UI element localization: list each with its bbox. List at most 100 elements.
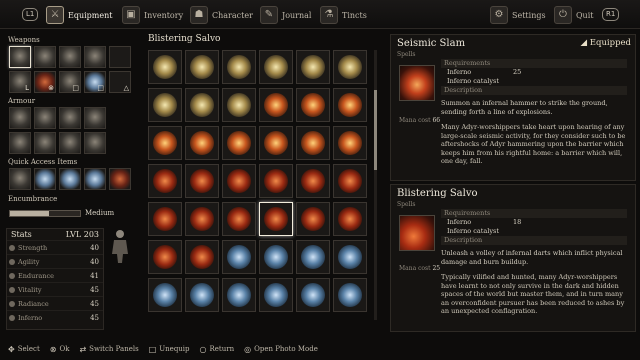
spell-icon — [153, 131, 177, 155]
spell-icon — [338, 207, 362, 231]
spell-slot[interactable] — [185, 50, 219, 84]
requirements-block: Requirements Inferno 18 Inferno catalyst … — [441, 209, 627, 245]
spell-slot[interactable] — [296, 50, 330, 84]
spell-icon — [227, 131, 251, 155]
spell-slot[interactable] — [333, 240, 367, 274]
tab-tincts[interactable]: ⚗ Tincts — [320, 6, 367, 24]
spell-slot[interactable] — [148, 164, 182, 198]
spell-list-scrollbar[interactable] — [374, 50, 377, 320]
spell-slot[interactable] — [333, 88, 367, 122]
tab-label: Character — [212, 10, 253, 20]
ring-slot[interactable] — [9, 132, 31, 154]
ring-slot[interactable] — [34, 132, 56, 154]
tab-journal[interactable]: ✎ Journal — [260, 6, 311, 24]
weapon-slot[interactable] — [84, 46, 106, 68]
spell-slot[interactable] — [333, 164, 367, 198]
tab-label: Journal — [282, 10, 312, 20]
spell-slot[interactable] — [148, 126, 182, 160]
armour-slot-head[interactable] — [9, 107, 31, 129]
tab-equipment[interactable]: ⚔ Equipment — [46, 6, 112, 24]
inventory-icon: ▣ — [122, 6, 140, 24]
spell-slot[interactable] — [185, 126, 219, 160]
encumbrance-label: Encumbrance — [8, 195, 58, 203]
spell-slot[interactable] — [222, 88, 256, 122]
spell-slot[interactable] — [259, 278, 293, 312]
description-header: Description — [441, 86, 627, 95]
spell-slot[interactable] — [259, 126, 293, 160]
encumbrance-fill — [10, 210, 49, 216]
spell-icon — [338, 169, 362, 193]
spell-slot[interactable] — [333, 126, 367, 160]
spell-slot[interactable] — [259, 50, 293, 84]
stat-row-strength: Strength 40 — [7, 240, 103, 254]
spell-slot[interactable] — [259, 88, 293, 122]
stat-row-endurance: Endurance 41 — [7, 268, 103, 282]
spell-slot[interactable] — [185, 202, 219, 236]
spell-slot[interactable] — [148, 240, 182, 274]
spell-slot[interactable] — [222, 126, 256, 160]
spell-slot[interactable]: □ — [84, 71, 106, 93]
spell-slot[interactable] — [222, 202, 256, 236]
weapon-slot[interactable] — [34, 46, 56, 68]
spell-slot[interactable] — [296, 202, 330, 236]
armour-slot-chest[interactable] — [34, 107, 56, 129]
quick-item-slot[interactable] — [9, 168, 31, 190]
spell-slot[interactable] — [148, 50, 182, 84]
requirement-value: 18 — [513, 218, 522, 226]
spell-slot[interactable] — [185, 240, 219, 274]
spell-slot[interactable] — [296, 278, 330, 312]
catalyst-slot[interactable]: ⊗ — [34, 71, 56, 93]
quick-item-slot[interactable] — [59, 168, 81, 190]
strength-icon — [9, 244, 15, 251]
quick-item-slot[interactable] — [34, 168, 56, 190]
ring-slot[interactable] — [59, 132, 81, 154]
level-value: LVL 203 — [65, 230, 99, 239]
spell-icon — [338, 131, 362, 155]
spell-slot[interactable] — [222, 50, 256, 84]
spell-slot[interactable] — [259, 202, 293, 236]
spell-slot[interactable] — [222, 240, 256, 274]
spell-slot[interactable] — [296, 88, 330, 122]
weapon-slot[interactable]: L — [9, 71, 31, 93]
weapon-slot[interactable]: □ — [59, 71, 81, 93]
armour-label: Armour — [8, 97, 36, 105]
spell-flavor-text: Many Adyr-worshippers take heart upon he… — [441, 123, 626, 166]
scrollbar-thumb[interactable] — [374, 90, 377, 170]
mana-cost: Mana cost 66 — [399, 117, 440, 124]
quick-item-slot[interactable] — [109, 168, 131, 190]
spell-slot[interactable] — [333, 50, 367, 84]
quick-item-slot[interactable] — [84, 168, 106, 190]
spell-slot[interactable] — [185, 88, 219, 122]
armour-slot-legs[interactable] — [84, 107, 106, 129]
spell-slot[interactable] — [148, 88, 182, 122]
settings-button[interactable]: ⚙ Settings — [490, 6, 546, 24]
ring-slot[interactable] — [84, 132, 106, 154]
quit-button[interactable]: ⏻ Quit — [554, 6, 593, 24]
spell-slot[interactable] — [222, 278, 256, 312]
tab-inventory[interactable]: ▣ Inventory — [122, 6, 183, 24]
weapon-slot[interactable] — [109, 46, 131, 68]
circle-button-icon: ○ — [199, 344, 207, 354]
armour-slot-hands[interactable] — [59, 107, 81, 129]
spell-icon — [190, 207, 214, 231]
spell-slot[interactable] — [185, 278, 219, 312]
card-title: Blistering Salvo — [397, 188, 478, 199]
spell-slot[interactable] — [148, 278, 182, 312]
weapon-slot[interactable] — [59, 46, 81, 68]
spell-slot[interactable] — [222, 164, 256, 198]
spell-slot[interactable] — [296, 126, 330, 160]
spell-slot[interactable] — [185, 164, 219, 198]
tab-character[interactable]: ☗ Character — [190, 6, 253, 24]
spell-slot[interactable] — [259, 164, 293, 198]
spell-slot[interactable] — [296, 164, 330, 198]
encumbrance-meter: Medium — [9, 209, 140, 217]
hint-switch-panels: ⇄ Switch Panels — [79, 345, 138, 354]
spell-slot[interactable] — [148, 202, 182, 236]
requirements-header: Requirements — [441, 209, 627, 218]
spell-slot[interactable]: △ — [109, 71, 131, 93]
spell-slot[interactable] — [259, 240, 293, 274]
spell-slot[interactable] — [333, 278, 367, 312]
weapon-slot[interactable] — [9, 46, 31, 68]
spell-slot[interactable] — [296, 240, 330, 274]
spell-slot[interactable] — [333, 202, 367, 236]
